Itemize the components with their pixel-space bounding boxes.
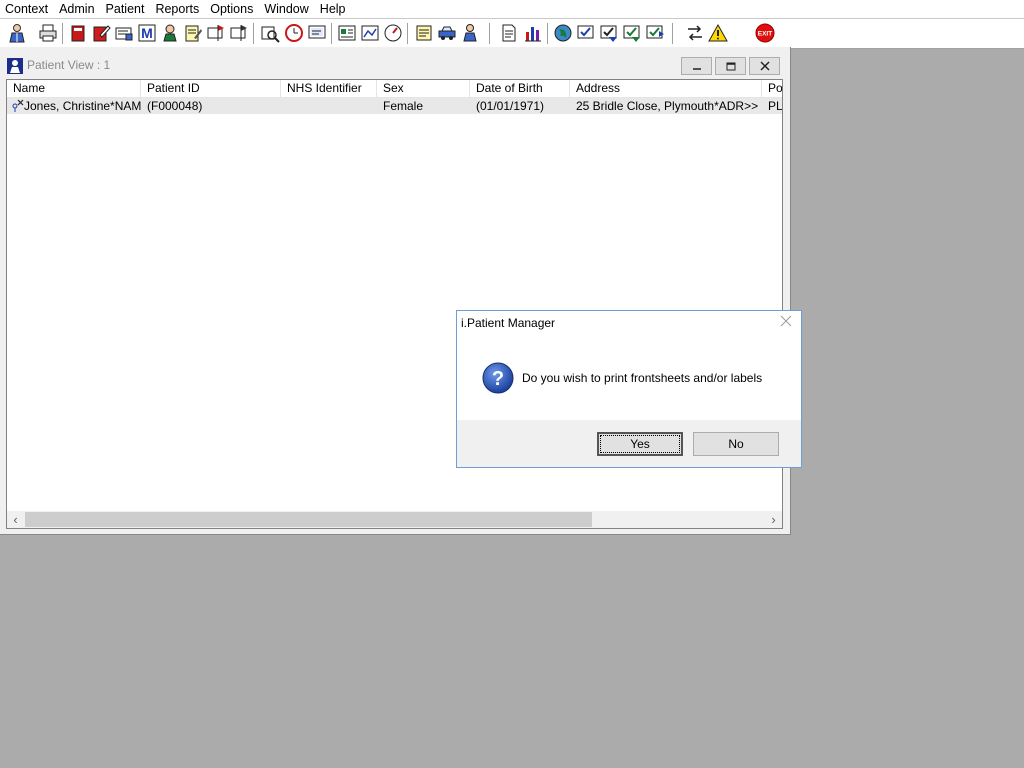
patient-name-cell: Jones, Christine*NAM...	[7, 98, 141, 114]
address-cell: 25 Bridle Close, Plymouth*ADR>>	[576, 99, 759, 113]
sex-cell: Female	[383, 99, 424, 113]
clock-icon[interactable]	[284, 23, 304, 43]
toolbar: M EXIT	[0, 18, 1024, 49]
swap-icon[interactable]	[685, 23, 705, 43]
dialog-message: Do you wish to print frontsheets and/or …	[522, 371, 763, 385]
printer-icon[interactable]	[38, 23, 58, 43]
check-doc-2-icon[interactable]	[599, 23, 619, 43]
dialog-close-icon[interactable]	[779, 315, 793, 329]
no-button[interactable]: No	[693, 432, 779, 456]
yes-button[interactable]: Yes	[597, 432, 683, 456]
dob-cell: (01/01/1971)	[476, 99, 545, 113]
gauge-icon[interactable]	[383, 23, 403, 43]
column-header-nhs-identifier[interactable]: NHS Identifier	[281, 80, 377, 97]
restore-button[interactable]	[715, 57, 746, 75]
scroll-right-icon[interactable]: ›	[765, 511, 782, 528]
patient-view-window-icon	[7, 58, 23, 74]
chart-icon[interactable]	[523, 23, 543, 43]
scrollbar-thumb[interactable]	[25, 512, 592, 527]
globe-icon[interactable]	[553, 23, 573, 43]
document-icon[interactable]	[499, 23, 519, 43]
table-row[interactable]: Jones, Christine*NAM... (F000048) Female…	[7, 98, 782, 114]
patient-status-icon	[10, 99, 24, 113]
print-dialog: i.Patient Manager ? Do you wish to print…	[456, 310, 802, 468]
column-header-address[interactable]: Address	[570, 80, 762, 97]
car-icon[interactable]	[437, 23, 457, 43]
menu-bar: Context Admin Patient Reports Options Wi…	[0, 0, 1024, 18]
book-icon[interactable]	[68, 23, 88, 43]
patient-view-title: Patient View : 1	[27, 58, 111, 72]
svg-text:EXIT: EXIT	[758, 31, 772, 38]
menu-options[interactable]: Options	[205, 0, 259, 18]
menu-help[interactable]: Help	[315, 0, 352, 18]
flag-card-icon[interactable]	[206, 23, 226, 43]
scroll-left-icon[interactable]: ‹	[7, 511, 24, 528]
report-icon[interactable]	[337, 23, 357, 43]
postcode-cell: PL	[768, 99, 782, 113]
column-header-dob[interactable]: Date of Birth	[470, 80, 570, 97]
form-icon[interactable]	[183, 23, 203, 43]
svg-text:?: ?	[492, 368, 504, 390]
exit-icon[interactable]: EXIT	[755, 23, 775, 43]
horizontal-scrollbar[interactable]: ‹ ›	[7, 511, 782, 528]
patient-view-titlebar: Patient View : 1	[0, 47, 790, 79]
patient-name: Jones, Christine*NAM...	[24, 99, 141, 113]
dialog-title: i.Patient Manager	[461, 316, 556, 330]
warning-icon[interactable]	[708, 23, 728, 43]
transfer-2-icon[interactable]	[645, 23, 665, 43]
card-icon[interactable]	[114, 23, 134, 43]
svg-text:M: M	[141, 25, 153, 41]
doctor-icon[interactable]	[7, 23, 27, 43]
column-header-sex[interactable]: Sex	[377, 80, 470, 97]
dialog-button-bar: Yes No	[457, 420, 801, 467]
column-header-row: Name Patient ID NHS Identifier Sex Date …	[7, 80, 782, 98]
notebook-edit-icon[interactable]	[91, 23, 111, 43]
column-header-name[interactable]: Name	[7, 80, 141, 97]
flag-card-2-icon[interactable]	[229, 23, 249, 43]
search-card-icon[interactable]	[260, 23, 280, 43]
transfer-icon[interactable]	[622, 23, 642, 43]
minimize-button[interactable]	[681, 57, 712, 75]
close-button[interactable]	[749, 57, 780, 75]
question-icon: ?	[482, 362, 514, 394]
menu-admin[interactable]: Admin	[54, 0, 100, 18]
notes-icon[interactable]	[414, 23, 434, 43]
person-move-icon[interactable]	[460, 23, 480, 43]
report-2-icon[interactable]	[360, 23, 380, 43]
menu-window[interactable]: Window	[259, 0, 314, 18]
menu-patient[interactable]: Patient	[101, 0, 151, 18]
menu-context[interactable]: Context	[0, 0, 54, 18]
column-header-postcode[interactable]: Po	[762, 80, 782, 97]
check-doc-icon[interactable]	[576, 23, 596, 43]
m-mail-icon[interactable]: M	[137, 23, 157, 43]
column-header-patient-id[interactable]: Patient ID	[141, 80, 281, 97]
nhs-identifier-cell	[281, 98, 377, 114]
person-icon[interactable]	[160, 23, 180, 43]
menu-reports[interactable]: Reports	[150, 0, 205, 18]
patient-id-cell: (F000048)	[147, 99, 203, 113]
monitor-icon[interactable]	[307, 23, 327, 43]
